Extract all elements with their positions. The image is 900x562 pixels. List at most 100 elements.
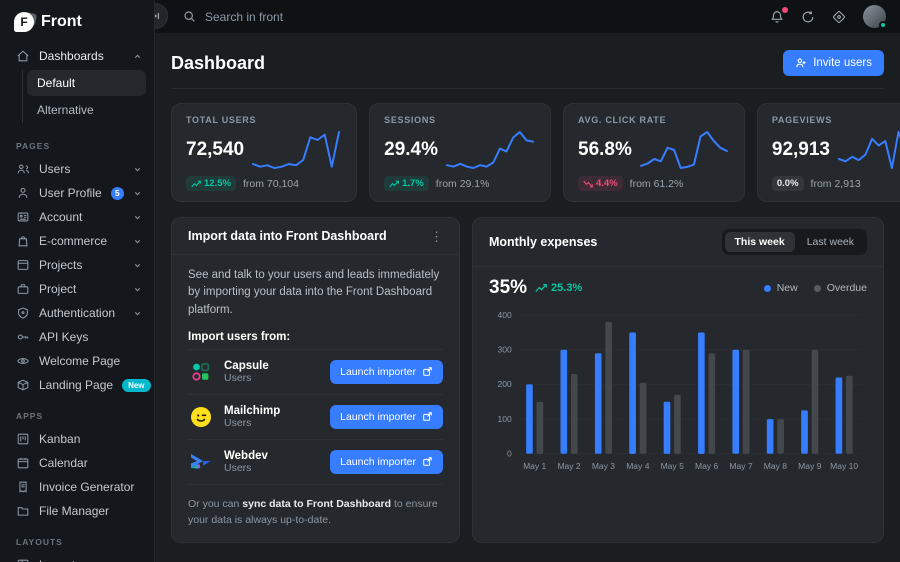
expenses-card-body: 35% 25.3% NewOverdue 0100200300400May 1M… bbox=[473, 267, 883, 494]
main-column: Dashboard Invite users TOTAL USERS72,540… bbox=[155, 0, 900, 562]
graph-up-icon bbox=[535, 283, 547, 293]
sidebar-item-dashboards[interactable]: Dashboards bbox=[0, 44, 154, 68]
sidebar-item-label: Welcome Page bbox=[39, 354, 120, 368]
svg-text:May 6: May 6 bbox=[695, 461, 718, 471]
online-status-dot bbox=[879, 21, 887, 29]
chevron-down-icon bbox=[133, 189, 142, 198]
sidebar-item-label: Users bbox=[39, 162, 70, 176]
apps-switcher-button[interactable] bbox=[832, 10, 846, 24]
invite-users-label: Invite users bbox=[813, 57, 872, 69]
sidebar-subitem-default[interactable]: Default bbox=[27, 70, 146, 96]
box-icon bbox=[16, 378, 30, 392]
week-toggle: This weekLast week bbox=[722, 229, 867, 255]
expenses-meta: 35% 25.3% NewOverdue bbox=[489, 277, 867, 299]
sidebar-item-label: User Profile bbox=[39, 186, 102, 200]
user-avatar[interactable] bbox=[863, 5, 886, 28]
sidebar-item-label: API Keys bbox=[39, 330, 88, 344]
widgets-icon bbox=[832, 10, 846, 24]
toggle-last-week[interactable]: Last week bbox=[797, 232, 864, 252]
kanban-icon bbox=[16, 432, 30, 446]
launch-importer-button[interactable]: Launch importer bbox=[330, 450, 443, 474]
count-badge: 5 bbox=[111, 187, 124, 200]
svg-text:May 1: May 1 bbox=[523, 461, 546, 471]
change-badge: 1.7% bbox=[384, 176, 429, 191]
calendar-icon bbox=[16, 456, 30, 470]
legend-item-overdue[interactable]: Overdue bbox=[814, 282, 867, 294]
activity-button[interactable] bbox=[801, 10, 815, 24]
capsule-logo-icon bbox=[188, 361, 214, 383]
sidebar-section-header-layouts: LAYOUTS bbox=[0, 523, 154, 553]
stat-from: from 29.1% bbox=[436, 178, 490, 190]
legend-dot bbox=[814, 285, 821, 292]
search-input[interactable] bbox=[205, 10, 425, 24]
sidebar-item-authentication[interactable]: Authentication bbox=[0, 301, 154, 325]
top-navbar bbox=[155, 0, 900, 33]
sidebar-nav: DashboardsDefaultAlternativePAGESUsersUs… bbox=[0, 44, 154, 562]
stat-card-sessions: SESSIONS29.4%1.7%from 29.1% bbox=[369, 103, 551, 202]
brand-name: Front bbox=[41, 13, 82, 31]
import-source-name: Mailchimp bbox=[224, 405, 280, 417]
sidebar-item-label: Calendar bbox=[39, 456, 88, 470]
notifications-button[interactable] bbox=[770, 10, 784, 24]
layout-icon bbox=[16, 558, 30, 562]
sidebar-item-label: Kanban bbox=[39, 432, 80, 446]
sidebar-item-kanban[interactable]: Kanban bbox=[0, 427, 154, 451]
svg-text:May 3: May 3 bbox=[592, 461, 615, 471]
sidebar-subitem-alternative[interactable]: Alternative bbox=[27, 97, 146, 123]
stat-card-total-users: TOTAL USERS72,54012.5%from 70,104 bbox=[171, 103, 357, 202]
people-icon bbox=[16, 162, 30, 176]
sidebar-item-file-manager[interactable]: File Manager bbox=[0, 499, 154, 523]
stat-from: from 61.2% bbox=[630, 178, 684, 190]
stat-value: 72,540 bbox=[186, 139, 244, 161]
invite-users-button[interactable]: Invite users bbox=[783, 50, 884, 76]
launch-importer-button[interactable]: Launch importer bbox=[330, 405, 443, 429]
refresh-icon bbox=[801, 10, 815, 24]
sidebar-item-welcome-page[interactable]: Welcome Page bbox=[0, 349, 154, 373]
sidebar-item-invoice-generator[interactable]: Invoice Generator bbox=[0, 475, 154, 499]
sidebar-item-account[interactable]: Account bbox=[0, 205, 154, 229]
chevron-up-icon bbox=[133, 52, 142, 61]
house-icon bbox=[16, 49, 30, 63]
launch-importer-button[interactable]: Launch importer bbox=[330, 360, 443, 384]
sync-data-link[interactable]: sync data to Front Dashboard bbox=[242, 498, 391, 510]
briefcase-icon bbox=[16, 282, 30, 296]
more-options-icon[interactable]: ⋮ bbox=[430, 230, 443, 243]
cards-row: Import data into Front Dashboard ⋮ See a… bbox=[171, 217, 884, 543]
eye-icon bbox=[16, 354, 30, 368]
folder-icon bbox=[16, 504, 30, 518]
import-card-body: See and talk to your users and leads imm… bbox=[172, 255, 459, 542]
sidebar-item-api-keys[interactable]: API Keys bbox=[0, 325, 154, 349]
sidebar-item-project[interactable]: Project bbox=[0, 277, 154, 301]
change-badge: 4.4% bbox=[578, 176, 623, 191]
brand-logo[interactable]: F Front bbox=[0, 8, 154, 44]
person-plus-icon bbox=[795, 57, 807, 69]
legend-dot bbox=[764, 285, 771, 292]
sidebar-item-layouts[interactable]: Layouts bbox=[0, 553, 154, 562]
sidebar-section-header-apps: APPS bbox=[0, 397, 154, 427]
sparkline-chart bbox=[836, 129, 900, 171]
monthly-expenses-card: Monthly expenses This weekLast week 35% … bbox=[472, 217, 884, 543]
sidebar-item-calendar[interactable]: Calendar bbox=[0, 451, 154, 475]
import-source-name: Capsule bbox=[224, 360, 269, 372]
chevron-down-icon bbox=[133, 261, 142, 270]
svg-text:May 10: May 10 bbox=[830, 461, 858, 471]
sidebar-item-landing-page[interactable]: Landing PageNew bbox=[0, 373, 154, 397]
sidebar-item-label: Invoice Generator bbox=[39, 480, 134, 494]
import-source-sub: Users bbox=[224, 372, 269, 384]
sparkline-chart bbox=[444, 129, 536, 171]
sidebar-item-user-profile[interactable]: User Profile 5 bbox=[0, 181, 154, 205]
sparkline-chart bbox=[638, 129, 730, 171]
stat-from: from 2,913 bbox=[811, 178, 861, 190]
navbar-search bbox=[183, 10, 425, 24]
legend-item-new[interactable]: New bbox=[764, 282, 798, 294]
header-divider bbox=[171, 88, 884, 89]
chart-legend: New Overdue bbox=[764, 282, 867, 294]
sidebar-item-e-commerce[interactable]: E-commerce bbox=[0, 229, 154, 253]
sidebar-item-projects[interactable]: Projects bbox=[0, 253, 154, 277]
toggle-this-week[interactable]: This week bbox=[725, 232, 795, 252]
chevron-down-icon bbox=[133, 237, 142, 246]
svg-text:200: 200 bbox=[498, 379, 512, 389]
sidebar-item-users[interactable]: Users bbox=[0, 157, 154, 181]
expenses-card-title: Monthly expenses bbox=[489, 235, 597, 249]
import-footer: Or you can sync data to Front Dashboard … bbox=[188, 485, 443, 529]
